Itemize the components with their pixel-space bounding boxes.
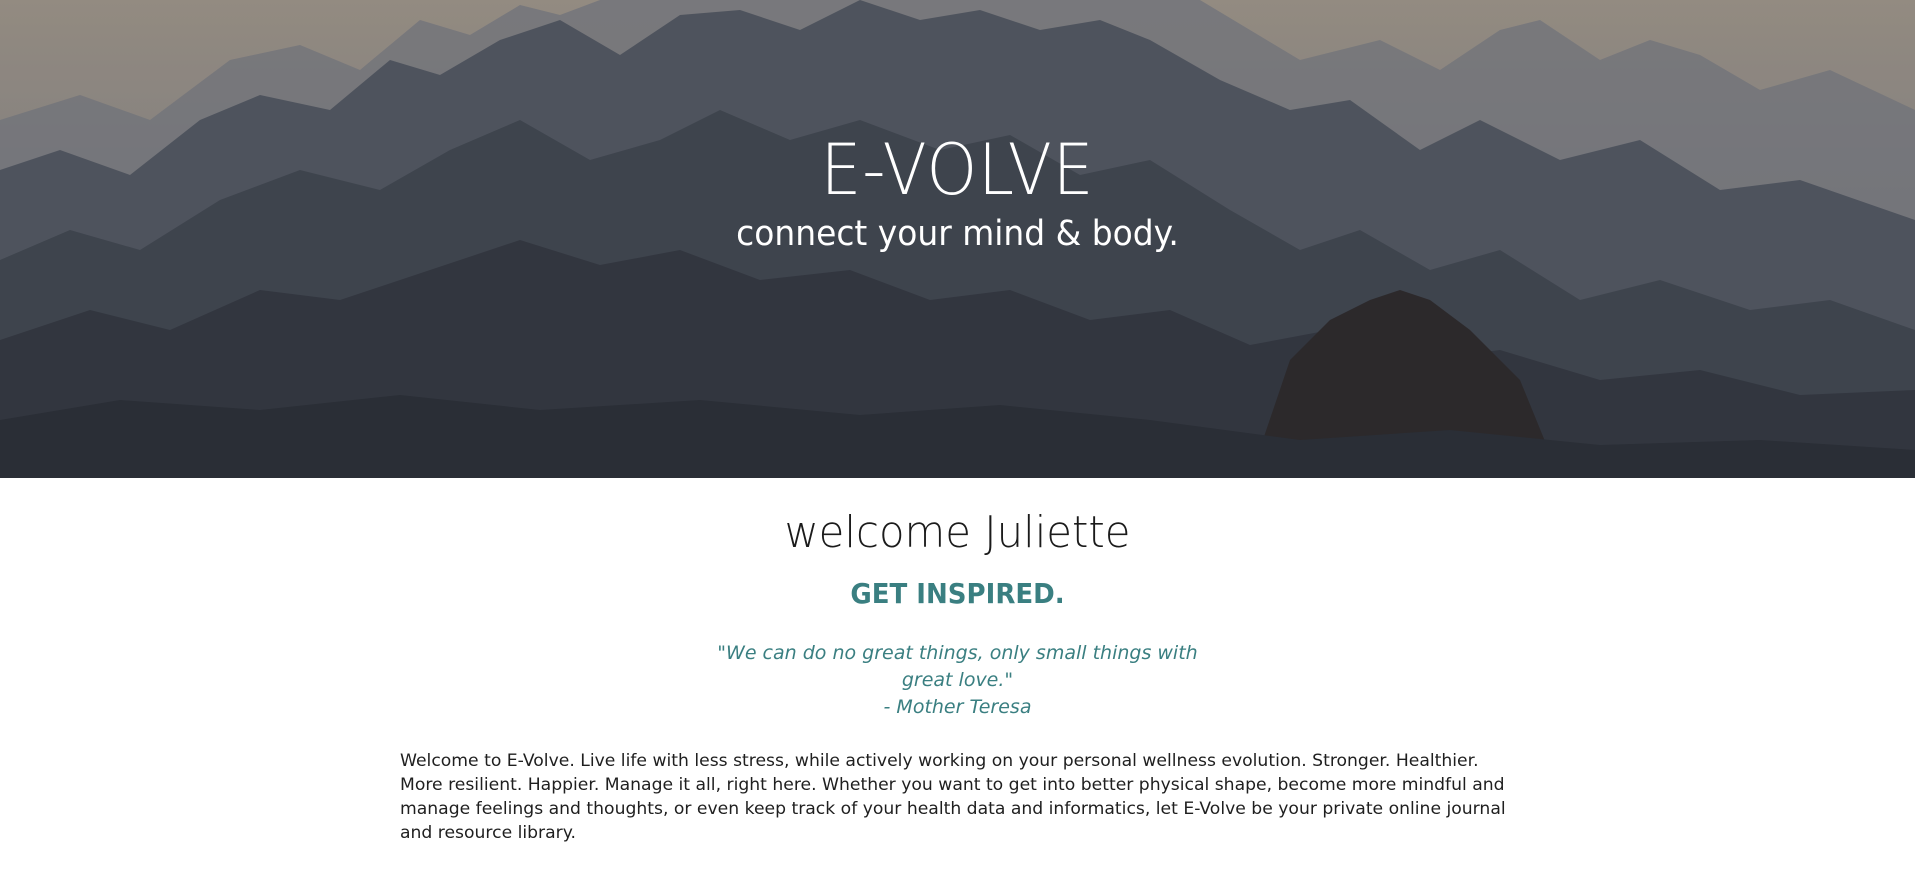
site-tagline: connect your mind & body. bbox=[736, 214, 1179, 254]
quote-attribution: - Mother Teresa bbox=[883, 696, 1032, 718]
quote-line: great love." bbox=[901, 669, 1014, 691]
site-title: E-VOLVE bbox=[820, 129, 1095, 211]
inspirational-quote: "We can do no great things, only small t… bbox=[708, 612, 1208, 721]
main-content: welcome Juliette GET INSPIRED. "We can d… bbox=[0, 478, 1915, 843]
hero-text-block: E-VOLVE connect your mind & body. bbox=[0, 128, 1915, 256]
hero-banner: E-VOLVE connect your mind & body. bbox=[0, 0, 1915, 478]
welcome-heading: welcome Juliette bbox=[784, 507, 1131, 558]
intro-paragraph: Welcome to E-Volve. Live life with less … bbox=[400, 751, 1506, 843]
get-inspired-heading: GET INSPIRED. bbox=[850, 577, 1065, 610]
quote-line: "We can do no great things, only small t… bbox=[717, 642, 1198, 664]
